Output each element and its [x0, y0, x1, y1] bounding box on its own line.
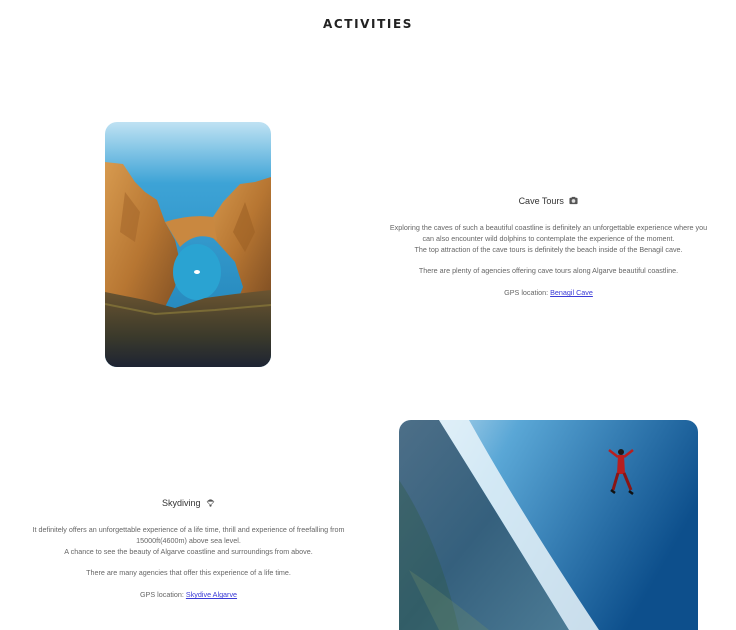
skydiving-section: Skydiving It definitely offers an unforg… [10, 497, 367, 612]
skydiving-title: Skydiving [10, 497, 367, 509]
skydiving-title-text: Skydiving [161, 498, 201, 508]
cave-tours-title: Cave Tours [367, 195, 730, 207]
cave-tours-section: Cave Tours Exploring the caves of such a… [367, 195, 730, 310]
cave-tours-title-text: Cave Tours [518, 196, 564, 206]
skydiving-gps: GPS location: Skydive Algarve [139, 590, 238, 600]
cave-tours-agencies: There are plenty of agencies offering ca… [418, 266, 679, 276]
skydiving-description: It definitely offers an unforgettable ex… [32, 525, 345, 556]
skydiving-agencies: There are many agencies that offer this … [86, 568, 291, 578]
cave-tours-photo [105, 122, 271, 367]
skydiving-photo [399, 420, 698, 630]
cave-tours-gps: GPS location: Benagil Cave [504, 288, 593, 298]
camera-icon [569, 196, 578, 205]
benagil-cave-link[interactable]: Benagil Cave [550, 288, 593, 297]
skydive-algarve-link[interactable]: Skydive Algarve [186, 590, 237, 599]
cave-tours-description: Exploring the caves of such a beautiful … [389, 223, 708, 254]
page-title: ACTIVITIES [323, 17, 413, 31]
parachute-icon [206, 499, 215, 507]
